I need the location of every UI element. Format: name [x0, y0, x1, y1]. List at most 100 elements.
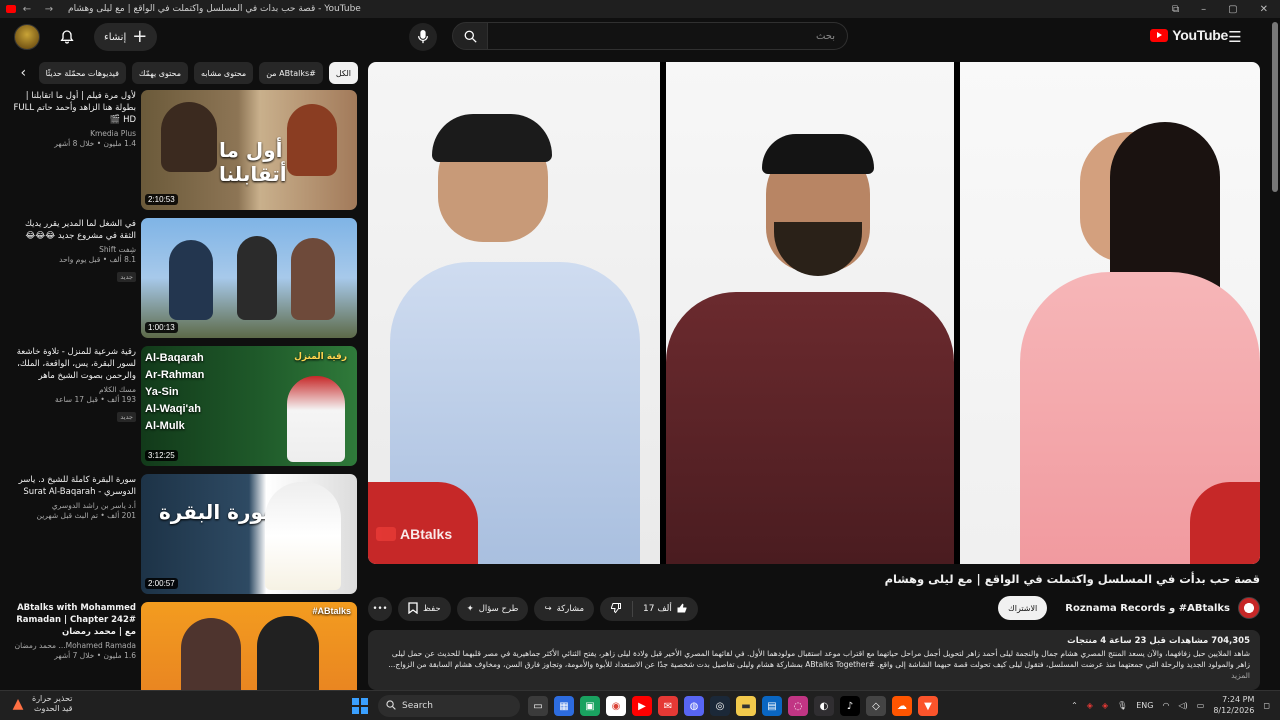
list-item[interactable]: أول ما أتقابلنا 2:10:53 لأول مرة فيلم | …	[10, 90, 360, 214]
channel-avatar[interactable]	[1238, 597, 1260, 619]
thumbnail-text: #ABtalks	[312, 606, 351, 616]
chrome-icon[interactable]: ◉	[606, 696, 626, 716]
chip-related[interactable]: محتوى مشابه	[194, 62, 254, 84]
video-thumbnail[interactable]: 1:00:13	[141, 218, 357, 338]
share-button[interactable]: ↪ مشاركة	[534, 597, 595, 621]
more-options-icon[interactable]: •••	[368, 597, 392, 621]
video-thumbnail[interactable]: Al-Baqarah Ar-Rahman Ya-Sin Al-Waqi'ah A…	[141, 346, 357, 466]
tray-app-icon[interactable]: ◈	[1102, 701, 1108, 710]
list-item[interactable]: سورة البقرة 2:00:57 سورة البقرة كاملة لل…	[10, 474, 360, 598]
duration-badge: 1:00:13	[145, 322, 178, 333]
save-button[interactable]: حفظ	[398, 597, 451, 621]
upload-age: خلال 8 أشهر	[54, 139, 95, 148]
list-item[interactable]: Al-Baqarah Ar-Rahman Ya-Sin Al-Waqi'ah A…	[10, 346, 360, 470]
ask-button[interactable]: ✦ طرح سؤال	[456, 597, 529, 621]
youtube-icon[interactable]: ▶	[632, 696, 652, 716]
video-thumbnail[interactable]: سورة البقرة 2:00:57	[141, 474, 357, 594]
app-icon[interactable]: ▤	[762, 696, 782, 716]
share-icon: ↪	[544, 604, 552, 614]
back-arrow-icon[interactable]: ←	[20, 2, 34, 16]
view-count: 193 ألف	[107, 395, 136, 404]
restore-icon[interactable]: ▢	[1228, 4, 1237, 15]
extensions-icon[interactable]: ⧉	[1172, 4, 1179, 15]
channel-name[interactable]: أ.د ياسر بن راشد الدوسري	[10, 501, 136, 510]
search-bar	[452, 22, 848, 50]
page-scrollbar[interactable]	[1272, 22, 1278, 692]
weather-widget[interactable]: ▲ تحذير حرارة قيد الحدوث	[10, 694, 73, 714]
chevron-left-icon[interactable]: ‹	[14, 62, 33, 84]
bell-icon[interactable]	[54, 24, 80, 50]
window-title: قصة حب بدأت في المسلسل واكتملت في الواقع…	[68, 4, 361, 14]
search-icon[interactable]	[452, 22, 488, 50]
youtube-logo[interactable]: YouTube	[1150, 27, 1228, 43]
youtube-play-icon	[1150, 28, 1169, 42]
channel-name[interactable]: شِفت Shift	[10, 245, 136, 254]
wifi-icon[interactable]: ◠	[1163, 701, 1170, 710]
description-box[interactable]: 704,305 مشاهدات قبل 23 ساعة 4 منتجات شاه…	[368, 630, 1260, 690]
tiktok-icon[interactable]: ♪	[840, 696, 860, 716]
folder-icon[interactable]: ▬	[736, 696, 756, 716]
share-label: مشاركة	[556, 604, 585, 614]
video-title[interactable]: في الشغل لما المدير يقرر يديك الثقة في م…	[10, 218, 136, 242]
notification-icon[interactable]: ◻	[1263, 701, 1270, 710]
chip-recent-uploads[interactable]: فيديوهات محمّلة حديثًا	[38, 62, 126, 84]
taskbar-search-label: Search	[402, 701, 433, 711]
scrollbar-thumb[interactable]	[1272, 22, 1278, 192]
soundcloud-icon[interactable]: ☁	[892, 696, 912, 716]
windows-start-icon[interactable]	[352, 698, 368, 714]
clock[interactable]: 7:24 PM 8/12/2026	[1213, 694, 1254, 716]
minimize-icon[interactable]: –	[1201, 4, 1206, 15]
subscribe-button[interactable]: الاشتراك	[998, 596, 1048, 620]
language-indicator[interactable]: ENG	[1136, 701, 1153, 710]
instagram-icon[interactable]: ◌	[788, 696, 808, 716]
video-panel-left: ABtalks	[368, 62, 660, 564]
video-thumbnail[interactable]: أول ما أتقابلنا 2:10:53	[141, 90, 357, 210]
app-icon[interactable]: ▣	[580, 696, 600, 716]
mic-icon[interactable]	[409, 23, 437, 51]
brave-icon[interactable]: ▼	[918, 696, 938, 716]
file-explorer-icon[interactable]: ▭	[528, 696, 548, 716]
chip-for-you[interactable]: محتوى يهمّك	[131, 62, 189, 84]
weather-title: تحذير حرارة	[32, 694, 73, 703]
list-item[interactable]: 1:00:13 في الشغل لما المدير يقرر يديك ال…	[10, 218, 360, 342]
show-more-link[interactable]: المزيد	[1231, 671, 1250, 680]
view-count: 201 ألف	[107, 511, 136, 520]
thumbnail-line: Ya-Sin	[145, 386, 179, 398]
volume-icon[interactable]: ◁)	[1178, 701, 1187, 710]
like-button[interactable]: 17 ألف	[633, 597, 698, 621]
channel-name[interactable]: ABtalks# و Roznama Records	[1065, 603, 1230, 614]
mail-icon[interactable]: ✉	[658, 696, 678, 716]
video-title[interactable]: ABtalks with Mohammed Ramadan | Chapter …	[10, 602, 136, 638]
channel-row: ABtalks# و Roznama Records الاشتراك	[998, 596, 1260, 620]
view-count: 8.1 ألف	[109, 255, 136, 264]
mic-icon[interactable]: 🎙	[1117, 701, 1127, 710]
taskbar-search[interactable]: Search	[378, 695, 520, 717]
dislike-button[interactable]	[600, 597, 632, 621]
forward-arrow-icon[interactable]: →	[42, 2, 56, 16]
description-text: شاهد الملايين حبل زفافهما، والآن يسعد ال…	[388, 649, 1250, 669]
channel-name[interactable]: Mohamed Ramada... محمد رمضان	[10, 641, 136, 650]
video-player[interactable]: ABtalks	[368, 62, 1260, 564]
obs-icon[interactable]: ◐	[814, 696, 834, 716]
chip-all[interactable]: الكل	[328, 62, 358, 84]
channel-name[interactable]: Kmedia Plus	[10, 129, 136, 138]
duration-badge: 2:10:53	[145, 194, 178, 205]
chip-from-abtalks[interactable]: من ABtalks#	[259, 62, 323, 84]
avatar[interactable]	[14, 24, 40, 50]
store-icon[interactable]: ▦	[554, 696, 574, 716]
menu-icon[interactable]: ☰	[1224, 26, 1246, 48]
battery-icon[interactable]: ▭	[1197, 701, 1205, 710]
video-title[interactable]: لأول مرة فيلم | أول ما اتقابلنا | بطولة …	[10, 90, 136, 126]
create-button[interactable]: إنشاء +	[94, 23, 158, 51]
thumbs-up-icon	[676, 602, 688, 617]
app-icon[interactable]: ◇	[866, 696, 886, 716]
close-icon[interactable]: ✕	[1260, 4, 1268, 15]
steam-icon[interactable]: ◎	[710, 696, 730, 716]
chevron-up-icon[interactable]: ⌃	[1071, 701, 1078, 710]
tray-app-icon[interactable]: ◈	[1087, 701, 1093, 710]
channel-name[interactable]: مسك الكلام	[10, 385, 136, 394]
video-title[interactable]: سورة البقرة كاملة للشيخ د. ياسر الدوسري …	[10, 474, 136, 498]
search-input[interactable]	[488, 22, 848, 50]
discord-icon[interactable]: ◍	[684, 696, 704, 716]
video-title[interactable]: رقية شرعية للمنزل - تلاوة خاشعة لسور الب…	[10, 346, 136, 382]
